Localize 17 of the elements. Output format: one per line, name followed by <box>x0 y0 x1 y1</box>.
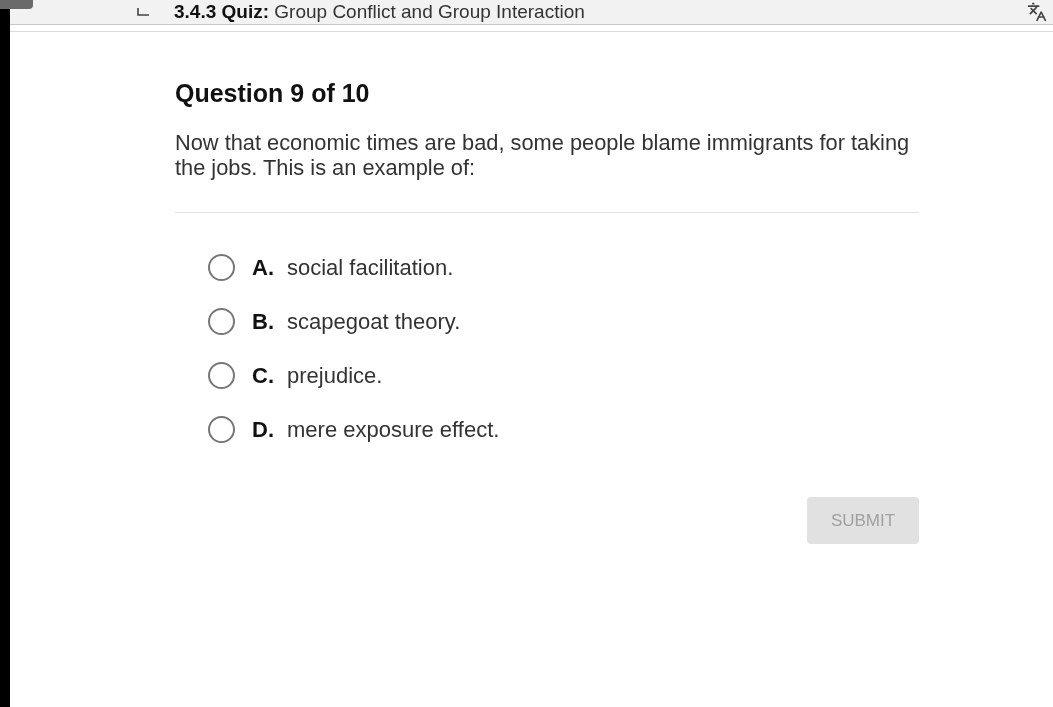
corner-icon[interactable] <box>137 8 149 16</box>
option-text: mere exposure effect. <box>287 416 500 443</box>
option-letter: B. <box>252 308 275 335</box>
question-prompt: Now that economic times are bad, some people blame immigrants for taking the jobs. This is an example of: <box>175 130 911 180</box>
option-letter: D. <box>252 416 275 443</box>
option-text: prejudice. <box>287 362 383 389</box>
quiz-title: 3.4.3 Quiz: Group Conflict and Group Interaction <box>174 1 586 23</box>
option-letter: C. <box>252 362 275 389</box>
question-heading: Question 9 of 10 <box>175 78 370 108</box>
option-text: scapegoat theory. <box>287 308 461 335</box>
radio-button[interactable] <box>208 254 235 281</box>
translate-icon[interactable] <box>1027 2 1047 22</box>
radio-button[interactable] <box>208 416 235 443</box>
radio-button[interactable] <box>208 308 235 335</box>
option-letter: A. <box>252 254 275 281</box>
radio-button[interactable] <box>208 362 235 389</box>
option-text: social facilitation. <box>287 254 454 281</box>
